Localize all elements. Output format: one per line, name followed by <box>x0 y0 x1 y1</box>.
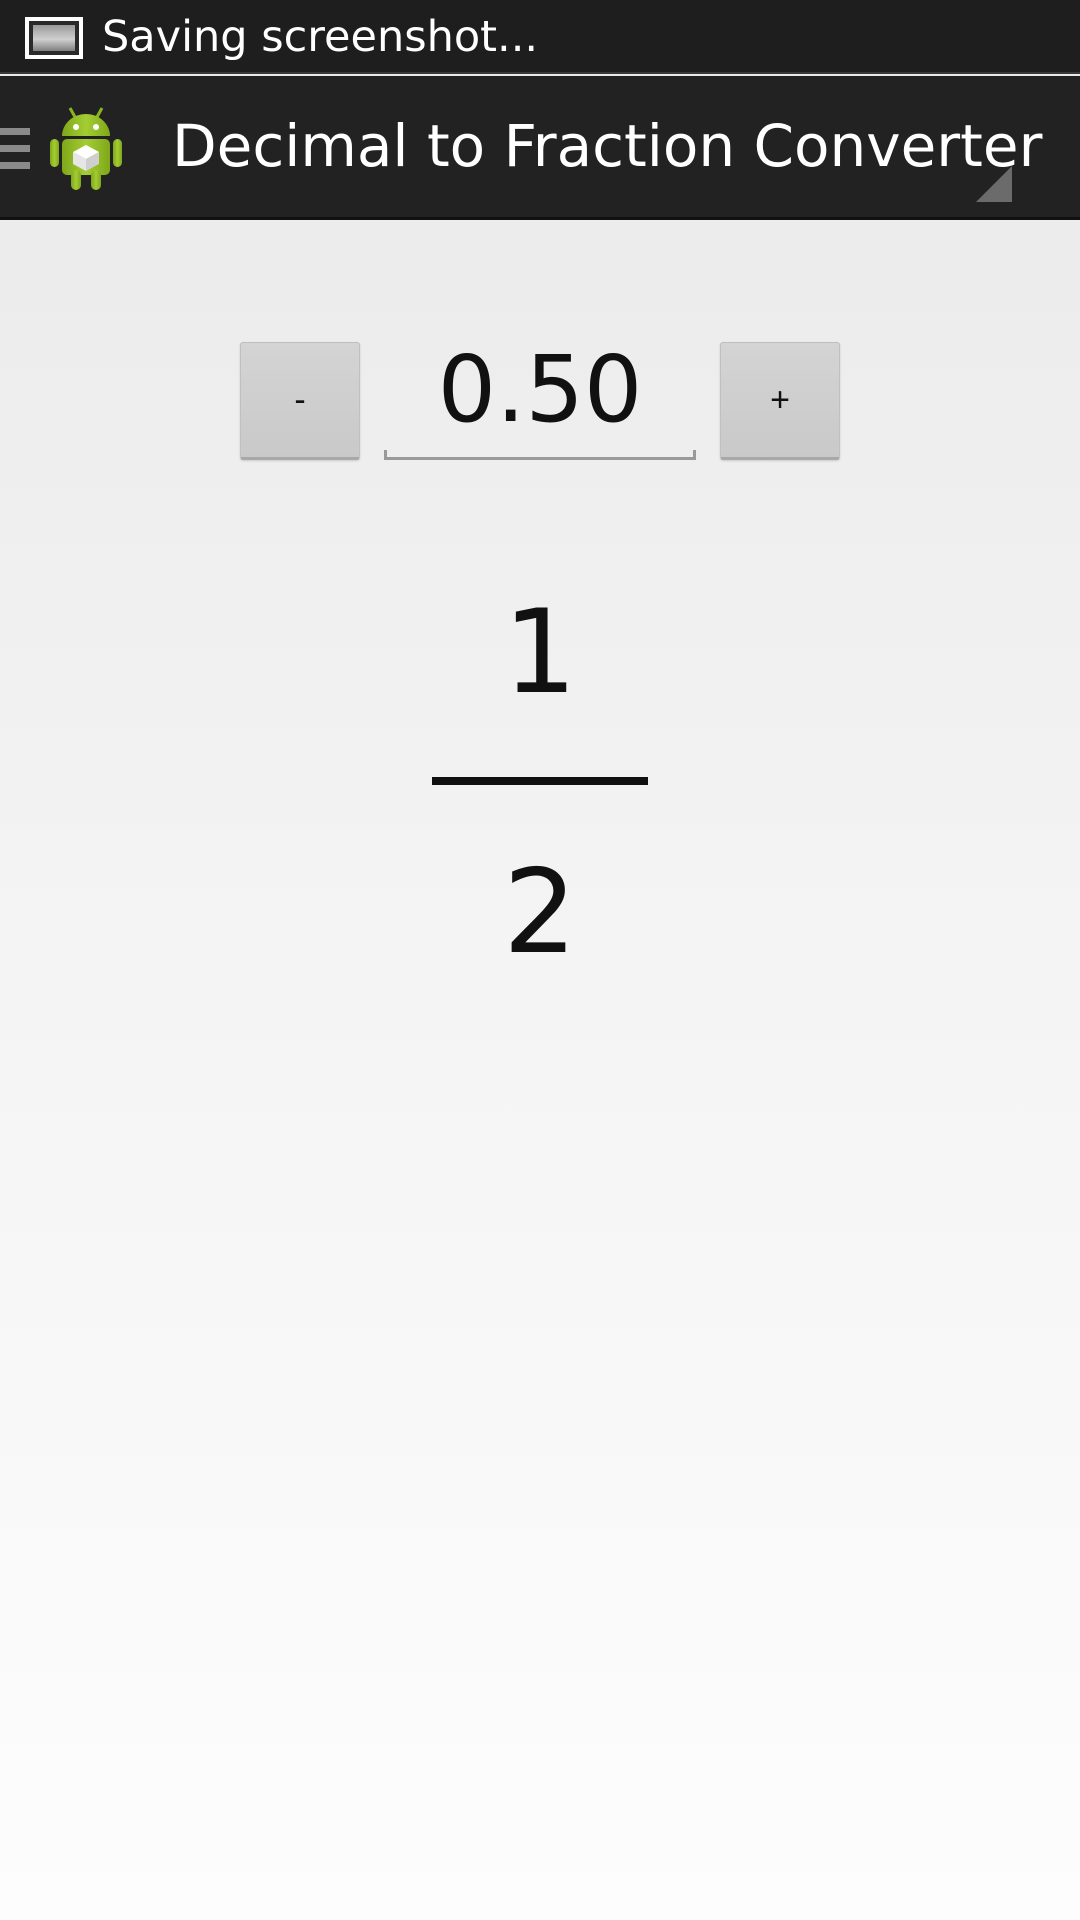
input-underline <box>384 450 696 460</box>
app-title: Decimal to Fraction Converter <box>172 112 1043 180</box>
fraction-numerator: 1 <box>503 585 577 720</box>
decrement-button[interactable]: - <box>240 342 360 460</box>
overflow-triangle-icon[interactable] <box>976 166 1012 202</box>
status-bar: Saving screenshot... <box>0 0 1080 74</box>
android-robot-icon[interactable] <box>48 104 124 192</box>
increment-button[interactable]: + <box>720 342 840 460</box>
status-notification-text: Saving screenshot... <box>102 12 539 62</box>
drawer-menu-icon[interactable] <box>0 128 30 170</box>
fraction-bar <box>432 777 648 785</box>
fraction-denominator: 2 <box>503 845 577 980</box>
decimal-input-container <box>384 330 696 462</box>
action-bar: Decimal to Fraction Converter <box>0 76 1080 220</box>
screenshot-icon <box>25 17 83 59</box>
decimal-input[interactable] <box>384 330 696 450</box>
